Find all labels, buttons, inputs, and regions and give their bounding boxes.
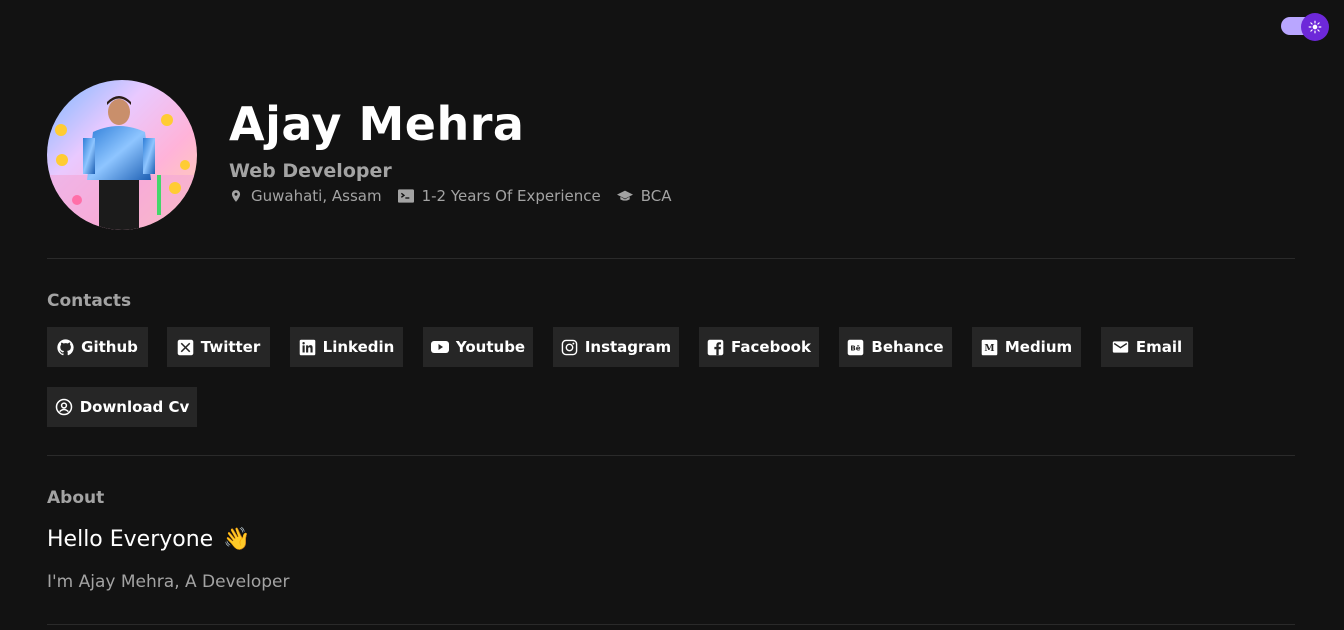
mail-icon xyxy=(1112,341,1129,353)
behance-button[interactable]: Bē Behance xyxy=(839,327,952,367)
github-label: Github xyxy=(81,338,138,356)
profile-name: Ajay Mehra xyxy=(229,97,525,151)
experience-text: 1-2 Years Of Experience xyxy=(421,187,601,205)
youtube-label: Youtube xyxy=(455,338,526,356)
meta-education: BCA xyxy=(616,187,672,205)
medium-icon: M xyxy=(981,339,998,355)
download-cv-label: Download Cv xyxy=(79,398,190,416)
greeting-text: Hello Everyone xyxy=(47,527,214,552)
linkedin-label: Linkedin xyxy=(322,338,395,356)
svg-text:Bē: Bē xyxy=(851,343,861,352)
education-text: BCA xyxy=(640,187,672,205)
instagram-label: Instagram xyxy=(584,338,672,356)
twitter-label: Twitter xyxy=(200,338,261,356)
instagram-icon xyxy=(561,339,578,355)
linkedin-icon xyxy=(299,339,315,355)
terminal-icon xyxy=(397,189,414,203)
meta-location: Guwahati, Assam xyxy=(229,187,382,205)
meta-experience: 1-2 Years Of Experience xyxy=(397,187,601,205)
portfolio-page: Ajay Mehra Web Developer Guwahati, Assam… xyxy=(0,0,1344,630)
facebook-label: Facebook xyxy=(731,338,811,356)
facebook-button[interactable]: Facebook xyxy=(699,327,819,367)
github-icon xyxy=(57,338,74,355)
waving-hand-icon: 👋 xyxy=(223,527,251,552)
user-circle-icon xyxy=(55,398,72,416)
graduation-cap-icon xyxy=(616,190,633,201)
theme-toggle[interactable] xyxy=(1281,13,1329,41)
medium-label: Medium xyxy=(1004,338,1073,356)
twitter-button[interactable]: Twitter xyxy=(167,327,270,367)
location-text: Guwahati, Assam xyxy=(251,187,382,205)
github-button[interactable]: Github xyxy=(47,327,148,367)
about-intro: I'm Ajay Mehra, A Developer xyxy=(47,572,290,592)
about-title: About xyxy=(47,488,105,508)
svg-text:M: M xyxy=(984,343,994,354)
medium-button[interactable]: M Medium xyxy=(972,327,1081,367)
x-twitter-icon xyxy=(177,339,194,355)
profile-meta: Guwahati, Assam 1-2 Years Of Experience … xyxy=(229,185,671,207)
behance-icon: Bē xyxy=(848,339,864,355)
sun-icon xyxy=(1308,20,1322,34)
download-cv-button[interactable]: Download Cv xyxy=(47,387,197,427)
divider xyxy=(47,455,1295,456)
email-button[interactable]: Email xyxy=(1101,327,1193,367)
facebook-icon xyxy=(707,339,724,355)
greeting: Hello Everyone 👋 xyxy=(47,525,251,555)
toggle-knob xyxy=(1301,13,1329,41)
map-pin-icon xyxy=(231,190,241,202)
profile-role: Web Developer xyxy=(229,160,392,182)
email-label: Email xyxy=(1135,338,1183,356)
contacts-title: Contacts xyxy=(47,291,132,311)
divider xyxy=(47,624,1295,625)
instagram-button[interactable]: Instagram xyxy=(553,327,679,367)
divider xyxy=(47,258,1295,259)
behance-label: Behance xyxy=(871,338,944,356)
youtube-icon xyxy=(430,341,449,353)
youtube-button[interactable]: Youtube xyxy=(423,327,533,367)
profile-avatar xyxy=(47,80,197,230)
linkedin-button[interactable]: Linkedin xyxy=(290,327,403,367)
